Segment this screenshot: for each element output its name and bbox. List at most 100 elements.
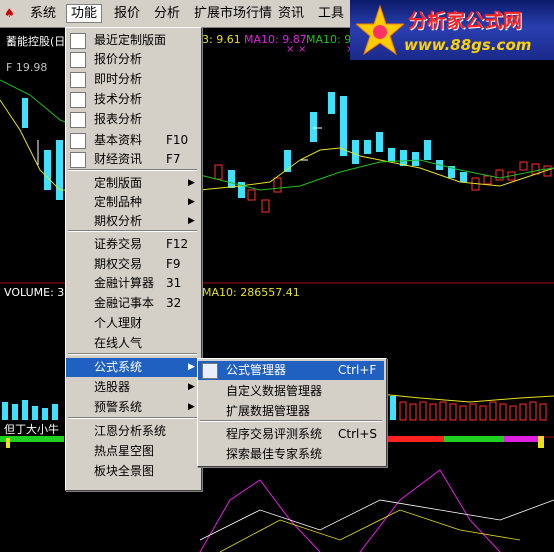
menu-item-label: 财经资讯	[94, 152, 143, 166]
menu-item-stock-screener[interactable]: 选股器 ▶	[66, 378, 199, 397]
menu-function[interactable]: 功能	[66, 4, 103, 23]
menu-item-shortcut: F9	[166, 257, 181, 271]
menu-item-securities-trading[interactable]: 证券交易 F12	[66, 235, 199, 254]
report-analysis-icon	[70, 112, 86, 128]
quote-analysis-icon	[70, 52, 86, 68]
menu-item-financial-calculator[interactable]: 金融计算器 31	[66, 274, 199, 293]
app-logo-icon[interactable]: ♠	[4, 6, 15, 20]
menu-item-basic-info[interactable]: 基本资料 F10	[66, 131, 199, 150]
submenu-arrow-icon: ▶	[188, 382, 195, 392]
basic-info-icon	[70, 133, 86, 149]
site-logo-banner: 分析家公式网 www.88gs.com	[350, 0, 554, 60]
menu-item-personal-finance[interactable]: 个人理财	[66, 314, 199, 333]
indicator-name: 但丁大小牛	[4, 423, 59, 436]
technical-analysis-icon	[70, 92, 86, 108]
stock-title: 蓄能控股(日	[6, 35, 66, 48]
menu-item-recent-layout[interactable]: 最近定制版面	[66, 31, 199, 50]
menu-item-finance-news[interactable]: 财经资讯 F7	[66, 150, 199, 169]
price-value: 19.98	[15, 61, 48, 74]
menu-item-label: 预警系统	[94, 400, 143, 414]
menu-item-technical-analysis[interactable]: 技术分析	[66, 90, 199, 109]
menu-separator	[200, 420, 382, 422]
menu-item-shortcut: 32	[166, 296, 182, 310]
menu-system[interactable]: 系统	[26, 5, 60, 22]
menu-item-label: 技术分析	[94, 92, 143, 106]
submenu-arrow-icon: ▶	[188, 197, 195, 207]
menu-news[interactable]: 资讯	[274, 5, 308, 22]
submenu-item-label: 探索最佳专家系统	[226, 447, 323, 461]
volume-label: VOLUME: 3	[4, 286, 65, 299]
menu-item-sector-panorama[interactable]: 板块全景图	[66, 462, 199, 481]
submenu-arrow-icon: ▶	[188, 216, 195, 226]
menu-item-shortcut: 31	[166, 276, 182, 290]
menu-item-formula-system[interactable]: 公式系统 ▶	[66, 358, 199, 377]
menu-analysis[interactable]: 分析	[150, 5, 184, 22]
menu-item-label: 期权分析	[94, 214, 143, 228]
submenu-item-custom-data-manager[interactable]: 自定义数据管理器	[198, 382, 384, 401]
submenu-item-label: 程序交易评测系统	[226, 427, 323, 441]
menu-separator	[68, 169, 197, 171]
menu-item-custom-symbols[interactable]: 定制品种 ▶	[66, 193, 199, 212]
submenu-item-label: 自定义数据管理器	[226, 384, 323, 398]
submenu-item-extended-data-manager[interactable]: 扩展数据管理器	[198, 402, 384, 421]
ma10-label: MA10: 9.87	[244, 33, 307, 46]
menu-item-shortcut: F12	[166, 237, 189, 251]
menu-item-label: 期权交易	[94, 257, 143, 271]
submenu-item-program-trading-evaluator[interactable]: 程序交易评测系统 Ctrl+S	[198, 425, 384, 444]
submenu-arrow-icon: ▶	[188, 362, 195, 372]
volume-ma10-label: MA10: 286557.41	[202, 286, 300, 299]
menu-item-label: 基本资料	[94, 133, 143, 147]
submenu-item-best-expert-system-explorer[interactable]: 探索最佳专家系统	[198, 445, 384, 464]
menu-item-custom-layout[interactable]: 定制版面 ▶	[66, 174, 199, 193]
menu-item-report-analysis[interactable]: 报表分析	[66, 110, 199, 129]
menu-item-label: 金融记事本	[94, 296, 155, 310]
logo-star-icon	[356, 4, 404, 56]
formula-submenu: 公式管理器 Ctrl+F 自定义数据管理器 扩展数据管理器 程序交易评测系统 Ctrl+S…	[197, 358, 387, 467]
menu-extended-market[interactable]: 扩展市场行情	[190, 5, 276, 22]
finance-news-icon	[70, 152, 86, 168]
submenu-item-label: 公式管理器	[226, 363, 287, 377]
menu-tools[interactable]: 工具	[314, 5, 348, 22]
logo-title: 分析家公式网	[408, 10, 523, 32]
menu-item-label: 定制版面	[94, 176, 143, 190]
menu-item-label: 江恩分析系统	[94, 424, 167, 438]
submenu-item-shortcut: Ctrl+S	[338, 427, 378, 441]
submenu-item-label: 扩展数据管理器	[226, 404, 311, 418]
menu-item-option-analysis[interactable]: 期权分析 ▶	[66, 212, 199, 231]
recent-layout-icon	[70, 33, 86, 49]
menu-item-label: 报表分析	[94, 112, 143, 126]
menu-item-label: 定制品种	[94, 195, 143, 209]
menu-item-label: 即时分析	[94, 72, 143, 86]
menu-item-gann-analysis[interactable]: 江恩分析系统	[66, 422, 199, 441]
menu-item-label: 热点星空图	[94, 444, 155, 458]
submenu-arrow-icon: ▶	[188, 178, 195, 188]
menu-item-realtime-analysis[interactable]: 即时分析	[66, 70, 199, 89]
menu-item-label: 选股器	[94, 380, 131, 394]
menu-item-shortcut: F10	[166, 133, 189, 147]
realtime-analysis-icon	[70, 72, 86, 88]
menu-item-label: 金融计算器	[94, 276, 155, 290]
menu-item-shortcut: F7	[166, 152, 181, 166]
formula-manager-icon	[202, 363, 218, 379]
menu-item-label: 报价分析	[94, 52, 143, 66]
menu-item-label: 板块全景图	[94, 464, 155, 478]
menu-item-alert-system[interactable]: 预警系统 ▶	[66, 398, 199, 417]
menu-item-label: 证券交易	[94, 237, 143, 251]
function-menu: 最近定制版面报价分析即时分析技术分析报表分析基本资料 F10 财经资讯 F7 定制版面 ▶…	[65, 27, 202, 491]
menu-item-label: 公式系统	[94, 360, 143, 374]
menu-separator	[68, 230, 197, 232]
submenu-item-shortcut: Ctrl+F	[338, 363, 377, 377]
submenu-item-formula-manager[interactable]: 公式管理器 Ctrl+F	[198, 361, 384, 380]
menu-item-label: 个人理财	[94, 316, 143, 330]
menu-item-hotspot-star-map[interactable]: 热点星空图	[66, 442, 199, 461]
menu-item-financial-notebook[interactable]: 金融记事本 32	[66, 294, 199, 313]
menu-item-online-popularity[interactable]: 在线人气	[66, 334, 199, 353]
logo-url: www.88gs.com	[404, 36, 532, 54]
menu-separator	[68, 417, 197, 419]
price-label: F 19.98	[6, 61, 48, 74]
menu-item-quote-analysis[interactable]: 报价分析	[66, 50, 199, 69]
menu-quote[interactable]: 报价	[110, 5, 144, 22]
menu-item-option-trading[interactable]: 期权交易 F9	[66, 255, 199, 274]
menu-separator	[68, 353, 197, 355]
submenu-arrow-icon: ▶	[188, 402, 195, 412]
